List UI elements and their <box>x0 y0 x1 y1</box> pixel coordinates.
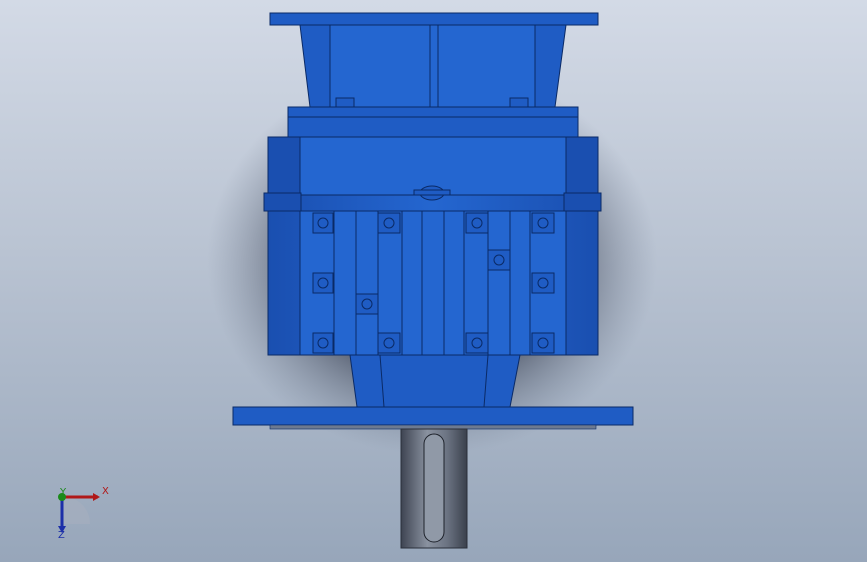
model-viewport[interactable]: X Y Z <box>0 0 867 562</box>
upper-ring <box>287 106 579 118</box>
output-cone <box>349 354 521 408</box>
shaft-keyway <box>423 433 445 543</box>
y-axis-label: Y <box>60 487 67 498</box>
z-axis-label: Z <box>58 530 65 541</box>
gear-reducer-model[interactable] <box>0 0 867 562</box>
axis-triad <box>58 493 100 533</box>
housing-ribs <box>299 210 567 356</box>
x-axis-label: X <box>102 486 109 497</box>
bottom-flange <box>232 406 634 426</box>
top-flange <box>269 12 599 26</box>
